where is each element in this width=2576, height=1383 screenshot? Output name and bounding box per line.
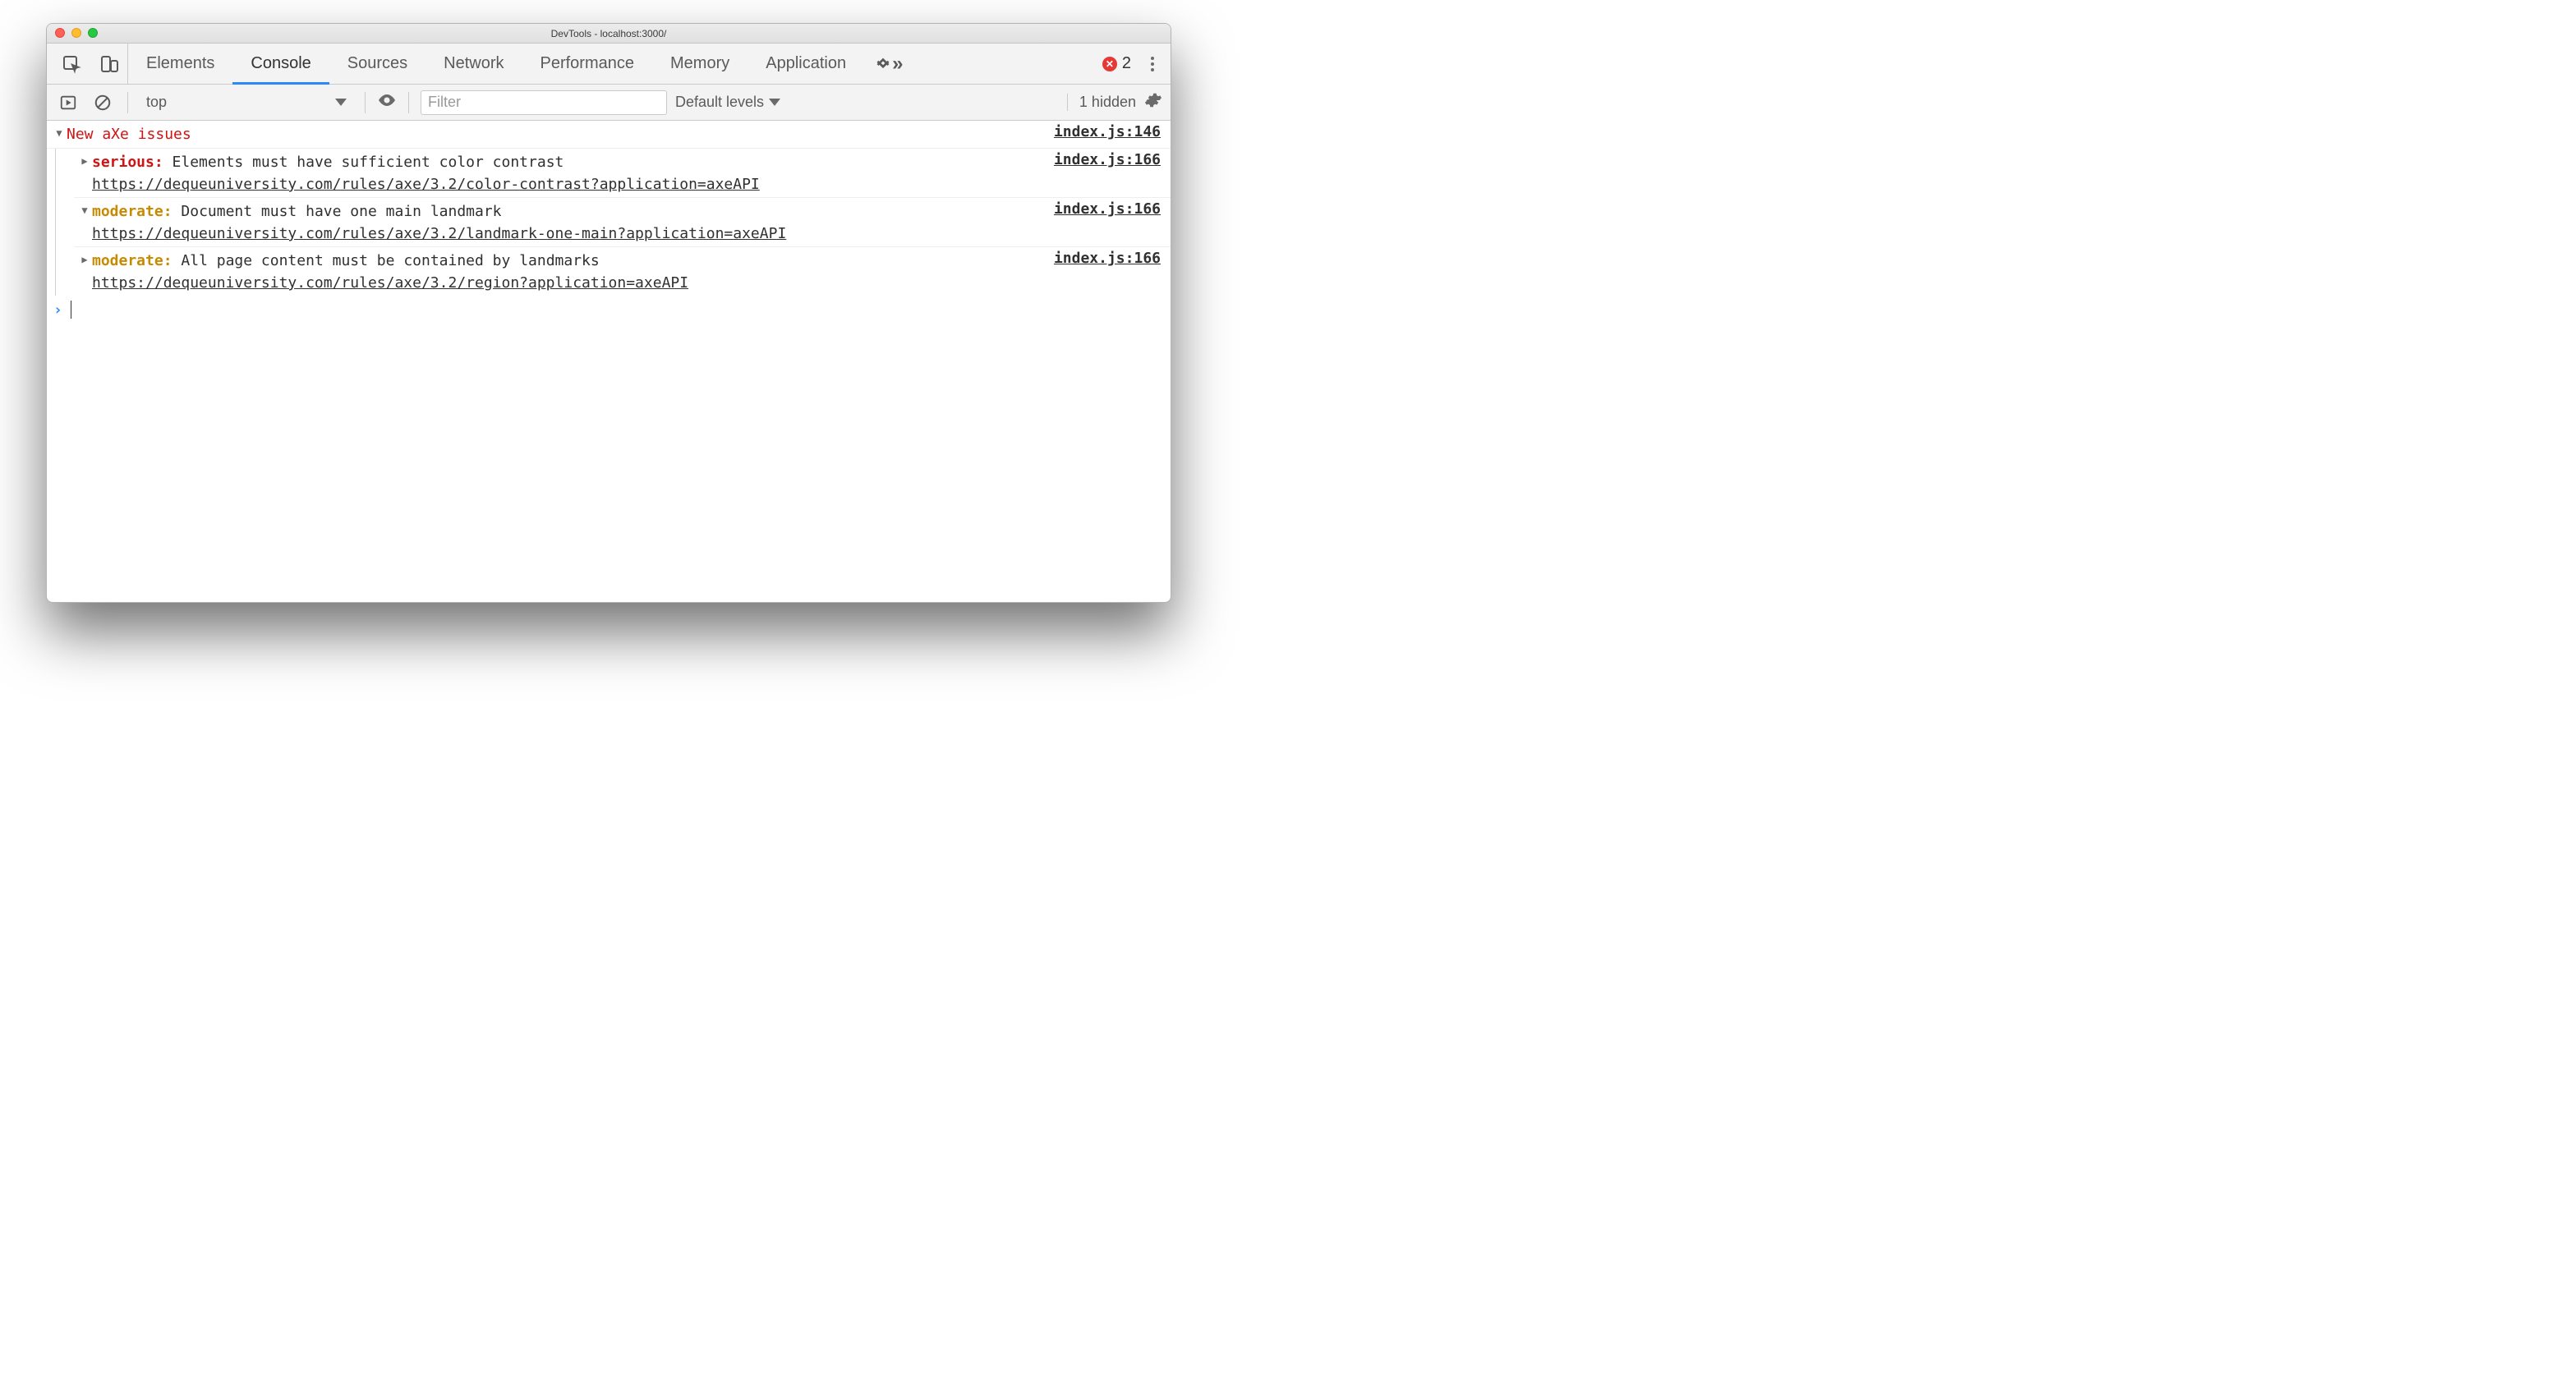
issue-url-link[interactable]: https://dequeuniversity.com/rules/axe/3.… <box>92 176 760 193</box>
more-tabs-button[interactable]: » <box>864 44 908 84</box>
tab-sources[interactable]: Sources <box>329 44 426 84</box>
issue-message: Elements must have sufficient color cont… <box>172 154 564 171</box>
console-prompt[interactable]: › <box>47 296 1171 319</box>
tab-console[interactable]: Console <box>232 44 329 84</box>
close-window-button[interactable] <box>55 28 65 38</box>
tab-application[interactable]: Application <box>748 44 864 84</box>
source-link[interactable]: index.js:166 <box>1044 250 1161 294</box>
console-filter-input[interactable] <box>421 90 667 115</box>
chevron-down-icon <box>335 99 347 106</box>
error-icon: ✕ <box>1102 57 1117 71</box>
toggle-device-toolbar-icon[interactable] <box>96 51 122 77</box>
console-output: New aXe issues index.js:146 serious: Ele… <box>47 121 1171 602</box>
disclosure-triangle-icon[interactable] <box>77 151 92 195</box>
console-group-title: New aXe issues <box>67 123 1044 145</box>
tab-memory[interactable]: Memory <box>652 44 748 84</box>
inspect-element-icon[interactable] <box>58 51 85 77</box>
error-count-value: 2 <box>1122 54 1131 73</box>
devtools-tabbar: Elements Console Sources Network Perform… <box>47 44 1171 85</box>
source-link[interactable]: index.js:146 <box>1044 123 1161 145</box>
disclosure-triangle-icon[interactable] <box>52 123 67 145</box>
console-settings-icon[interactable] <box>1144 91 1162 113</box>
panel-tabs: Elements Console Sources Network Perform… <box>128 44 864 84</box>
execution-context-label: top <box>146 94 167 111</box>
console-group-children: serious: Elements must have sufficient c… <box>55 149 1171 296</box>
tab-performance[interactable]: Performance <box>522 44 653 84</box>
tab-network[interactable]: Network <box>426 44 522 84</box>
issue-url-link[interactable]: https://dequeuniversity.com/rules/axe/3.… <box>92 274 688 292</box>
severity-label: moderate: <box>92 203 172 220</box>
live-expression-icon[interactable] <box>377 90 397 114</box>
prompt-chevron-icon: › <box>53 301 62 319</box>
hidden-messages-label[interactable]: 1 hidden <box>1067 94 1136 111</box>
devtools-window: DevTools - localhost:3000/ Elements Cons… <box>46 23 1171 603</box>
console-message: moderate: Document must have one main la… <box>74 197 1171 246</box>
severity-label: serious: <box>92 154 163 171</box>
severity-label: moderate: <box>92 252 172 269</box>
clear-console-icon[interactable] <box>90 90 116 116</box>
tab-elements[interactable]: Elements <box>128 44 232 84</box>
minimize-window-button[interactable] <box>71 28 81 38</box>
show-console-sidebar-icon[interactable] <box>55 90 81 116</box>
zoom-window-button[interactable] <box>88 28 98 38</box>
console-message: moderate: All page content must be conta… <box>74 246 1171 296</box>
console-toolbar: top Default levels 1 hidden <box>47 85 1171 121</box>
issue-url-link[interactable]: https://dequeuniversity.com/rules/axe/3.… <box>92 225 786 242</box>
issue-message: Document must have one main landmark <box>181 203 501 220</box>
window-title: DevTools - localhost:3000/ <box>551 28 667 39</box>
window-titlebar: DevTools - localhost:3000/ <box>47 24 1171 44</box>
source-link[interactable]: index.js:166 <box>1044 151 1161 195</box>
log-levels-selector[interactable]: Default levels <box>675 94 780 111</box>
traffic-lights <box>55 28 98 38</box>
error-count-badge[interactable]: ✕ 2 <box>1102 54 1131 73</box>
console-group-header[interactable]: New aXe issues index.js:146 <box>47 121 1171 149</box>
disclosure-triangle-icon[interactable] <box>77 250 92 294</box>
console-message: serious: Elements must have sufficient c… <box>74 149 1171 197</box>
execution-context-selector[interactable]: top <box>140 94 353 111</box>
log-levels-label: Default levels <box>675 94 764 111</box>
chevron-down-icon <box>769 99 780 106</box>
issue-message: All page content must be contained by la… <box>181 252 599 269</box>
devtools-menu-button[interactable] <box>1144 57 1161 71</box>
disclosure-triangle-icon[interactable] <box>77 200 92 245</box>
source-link[interactable]: index.js:166 <box>1044 200 1161 245</box>
